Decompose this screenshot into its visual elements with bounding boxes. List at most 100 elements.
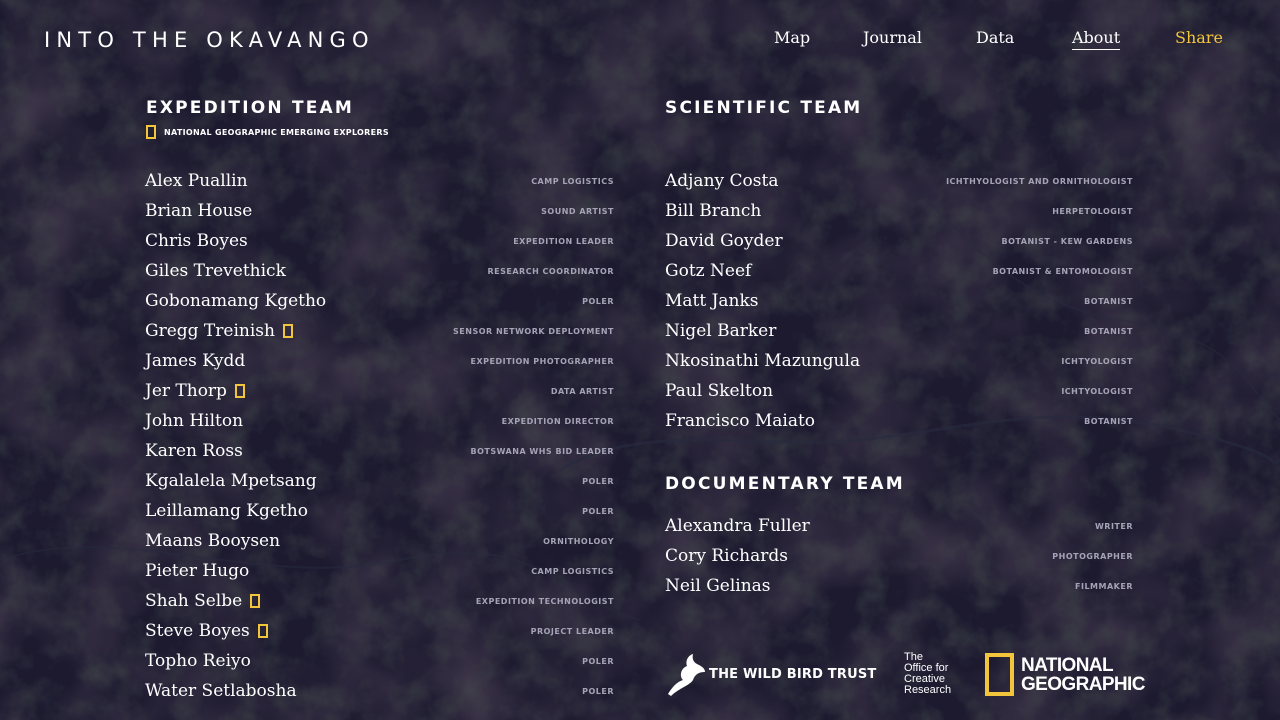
member-name-text: James Kydd <box>145 351 246 371</box>
member-role: POLER <box>582 476 614 486</box>
member-name-text: David Goyder <box>665 231 783 251</box>
team-member-row: Paul Skelton ICHTYOLOGIST <box>665 376 1133 406</box>
member-name[interactable]: Nkosinathi Mazungula <box>665 351 860 371</box>
team-member-row: Steve Boyes PROJECT LEADER <box>145 616 614 646</box>
wild-bird-trust-logo[interactable]: THE WILD BIRD TRUST <box>665 652 876 696</box>
ng-explorer-icon <box>257 624 268 638</box>
team-member-row: Pieter Hugo CAMP LOGISTICS <box>145 556 614 586</box>
member-role: WRITER <box>1094 521 1133 531</box>
member-name-text: Gobonamang Kgetho <box>145 291 327 311</box>
member-name[interactable]: Giles Trevethick <box>145 261 286 281</box>
member-name-text: Shah Selbe <box>145 591 243 611</box>
member-name[interactable]: Bill Branch <box>665 201 761 221</box>
member-role: EXPEDITION TECHNOLOGIST <box>475 596 614 606</box>
ng-explorer-icon <box>282 324 293 338</box>
member-name-text: Gotz Neef <box>665 261 752 281</box>
member-role: ICHTYOLOGIST <box>1061 386 1133 396</box>
member-name[interactable]: Shah Selbe <box>145 591 261 611</box>
member-name[interactable]: Adjany Costa <box>665 171 778 191</box>
member-role: ICHTYOLOGIST <box>1061 356 1133 366</box>
member-name[interactable]: Gobonamang Kgetho <box>145 291 326 311</box>
member-name[interactable]: Chris Boyes <box>145 231 248 251</box>
member-name[interactable]: Karen Ross <box>145 441 243 461</box>
member-role: RESEARCH COORDINATOR <box>487 266 614 276</box>
team-member-row: Nigel Barker BOTANIST <box>665 316 1133 346</box>
explorer-legend-label: NATIONAL GEOGRAPHIC EMERGING EXPLORERS <box>164 127 389 137</box>
member-name-text: Maans Booysen <box>145 531 281 551</box>
site-logo[interactable]: INTO THE OKAVANGO <box>44 28 375 52</box>
member-role: POLER <box>582 296 614 306</box>
member-name-text: John Hilton <box>145 411 244 431</box>
nav-journal[interactable]: Journal <box>863 27 922 49</box>
member-role: DATA ARTIST <box>550 386 614 396</box>
member-name[interactable]: James Kydd <box>145 351 245 371</box>
member-name-text: Alexandra Fuller <box>665 516 810 536</box>
wild-bird-trust-label: THE WILD BIRD TRUST <box>709 666 877 682</box>
member-name-text: Jer Thorp <box>145 381 227 401</box>
member-name-text: Neil Gelinas <box>665 576 771 596</box>
member-name-text: Nigel Barker <box>665 321 777 341</box>
member-name[interactable]: John Hilton <box>145 411 243 431</box>
member-role: BOTANIST <box>1084 416 1133 426</box>
member-name[interactable]: Water Setlabosha <box>145 681 297 701</box>
member-name-text: Paul Skelton <box>665 381 774 401</box>
member-name-text: Alex Puallin <box>145 171 248 191</box>
team-member-row: Matt Janks BOTANIST <box>665 286 1133 316</box>
member-name[interactable]: Maans Booysen <box>145 531 280 551</box>
member-name[interactable]: Alexandra Fuller <box>665 516 810 536</box>
nav-about[interactable]: About <box>1072 27 1121 50</box>
member-name[interactable]: Gotz Neef <box>665 261 751 281</box>
member-name[interactable]: Neil Gelinas <box>665 576 771 596</box>
member-role: PHOTOGRAPHER <box>1052 551 1133 561</box>
team-member-row: Nkosinathi Mazungula ICHTYOLOGIST <box>665 346 1133 376</box>
member-name[interactable]: Pieter Hugo <box>145 561 249 581</box>
member-name-text: Adjany Costa <box>665 171 779 191</box>
team-member-row: Kgalalela Mpetsang POLER <box>145 466 614 496</box>
member-name[interactable]: Kgalalela Mpetsang <box>145 471 317 491</box>
member-name[interactable]: Nigel Barker <box>665 321 776 341</box>
member-name-text: Chris Boyes <box>145 231 248 251</box>
member-name[interactable]: David Goyder <box>665 231 783 251</box>
member-name-text: Kgalalela Mpetsang <box>145 471 317 491</box>
team-member-row: David Goyder BOTANIST - KEW GARDENS <box>665 226 1133 256</box>
member-name[interactable]: Paul Skelton <box>665 381 773 401</box>
member-name[interactable]: Brian House <box>145 201 252 221</box>
national-geographic-logo[interactable]: NATIONAL GEOGRAPHIC <box>985 653 1145 696</box>
member-name[interactable]: Topho Reiyo <box>145 651 251 671</box>
team-member-row: Gregg Treinish SENSOR NETWORK DEPLOYMENT <box>145 316 614 346</box>
member-role: ORNITHOLOGY <box>543 536 614 546</box>
team-member-row: Karen Ross BOTSWANA WHS BID LEADER <box>145 436 614 466</box>
team-member-row: Adjany Costa ICHTHYOLOGIST AND ORNITHOLOG… <box>665 166 1133 196</box>
team-member-row: John Hilton EXPEDITION DIRECTOR <box>145 406 614 436</box>
member-role: BOTSWANA WHS BID LEADER <box>470 446 614 456</box>
member-name[interactable]: Francisco Maiato <box>665 411 815 431</box>
member-name[interactable]: Matt Janks <box>665 291 759 311</box>
member-name-text: Matt Janks <box>665 291 759 311</box>
member-name-text: Karen Ross <box>145 441 243 461</box>
member-name-text: Leillamang Kgetho <box>145 501 308 521</box>
member-role: SOUND ARTIST <box>541 206 614 216</box>
team-member-row: Giles Trevethick RESEARCH COORDINATOR <box>145 256 614 286</box>
team-member-row: Leillamang Kgetho POLER <box>145 496 614 526</box>
member-name-text: Gregg Treinish <box>145 321 275 341</box>
ocr-logo[interactable]: The Office for Creative Research <box>904 652 974 696</box>
member-name[interactable]: Gregg Treinish <box>145 321 293 341</box>
member-name-text: Giles Trevethick <box>145 261 286 281</box>
member-name[interactable]: Steve Boyes <box>145 621 268 641</box>
member-role: BOTANIST <box>1084 326 1133 336</box>
member-name[interactable]: Alex Puallin <box>145 171 248 191</box>
nav-map[interactable]: Map <box>774 27 810 49</box>
team-member-row: Shah Selbe EXPEDITION TECHNOLOGIST <box>145 586 614 616</box>
member-name[interactable]: Leillamang Kgetho <box>145 501 308 521</box>
team-member-row: Gobonamang Kgetho POLER <box>145 286 614 316</box>
nav-share[interactable]: Share <box>1175 27 1223 49</box>
member-name[interactable]: Cory Richards <box>665 546 788 566</box>
team-member-row: Jer Thorp DATA ARTIST <box>145 376 614 406</box>
nav-data[interactable]: Data <box>976 27 1014 49</box>
member-role: BOTANIST - KEW GARDENS <box>1001 236 1133 246</box>
member-name[interactable]: Jer Thorp <box>145 381 245 401</box>
ng-explorer-icon <box>146 125 156 139</box>
member-role: PROJECT LEADER <box>530 626 614 636</box>
natgeo-frame-icon <box>985 653 1014 696</box>
member-role: EXPEDITION PHOTOGRAPHER <box>470 356 614 366</box>
